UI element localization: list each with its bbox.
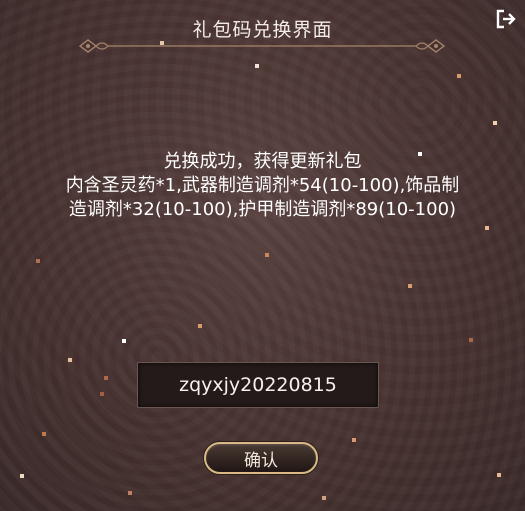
exit-button[interactable]: [493, 6, 519, 32]
confirm-button[interactable]: 确认: [204, 442, 318, 474]
redeem-result-message: 兑换成功，获得更新礼包 内含圣灵药*1,武器制造调剂*54(10-100),饰品…: [0, 150, 525, 222]
gift-code-value: zqyxjy20220815: [179, 374, 337, 396]
exit-icon: [496, 9, 516, 29]
reward-details-line2: 造调剂*32(10-100),护甲制造调剂*89(10-100): [68, 199, 457, 220]
result-headline: 兑换成功，获得更新礼包: [163, 151, 362, 172]
title-divider-ornament: [78, 39, 446, 53]
reward-details-line1: 内含圣灵药*1,武器制造调剂*54(10-100),饰品制: [65, 175, 460, 196]
background-texture: [0, 0, 525, 511]
confirm-button-label: 确认: [244, 450, 278, 471]
gift-code-input[interactable]: zqyxjy20220815: [137, 362, 379, 408]
